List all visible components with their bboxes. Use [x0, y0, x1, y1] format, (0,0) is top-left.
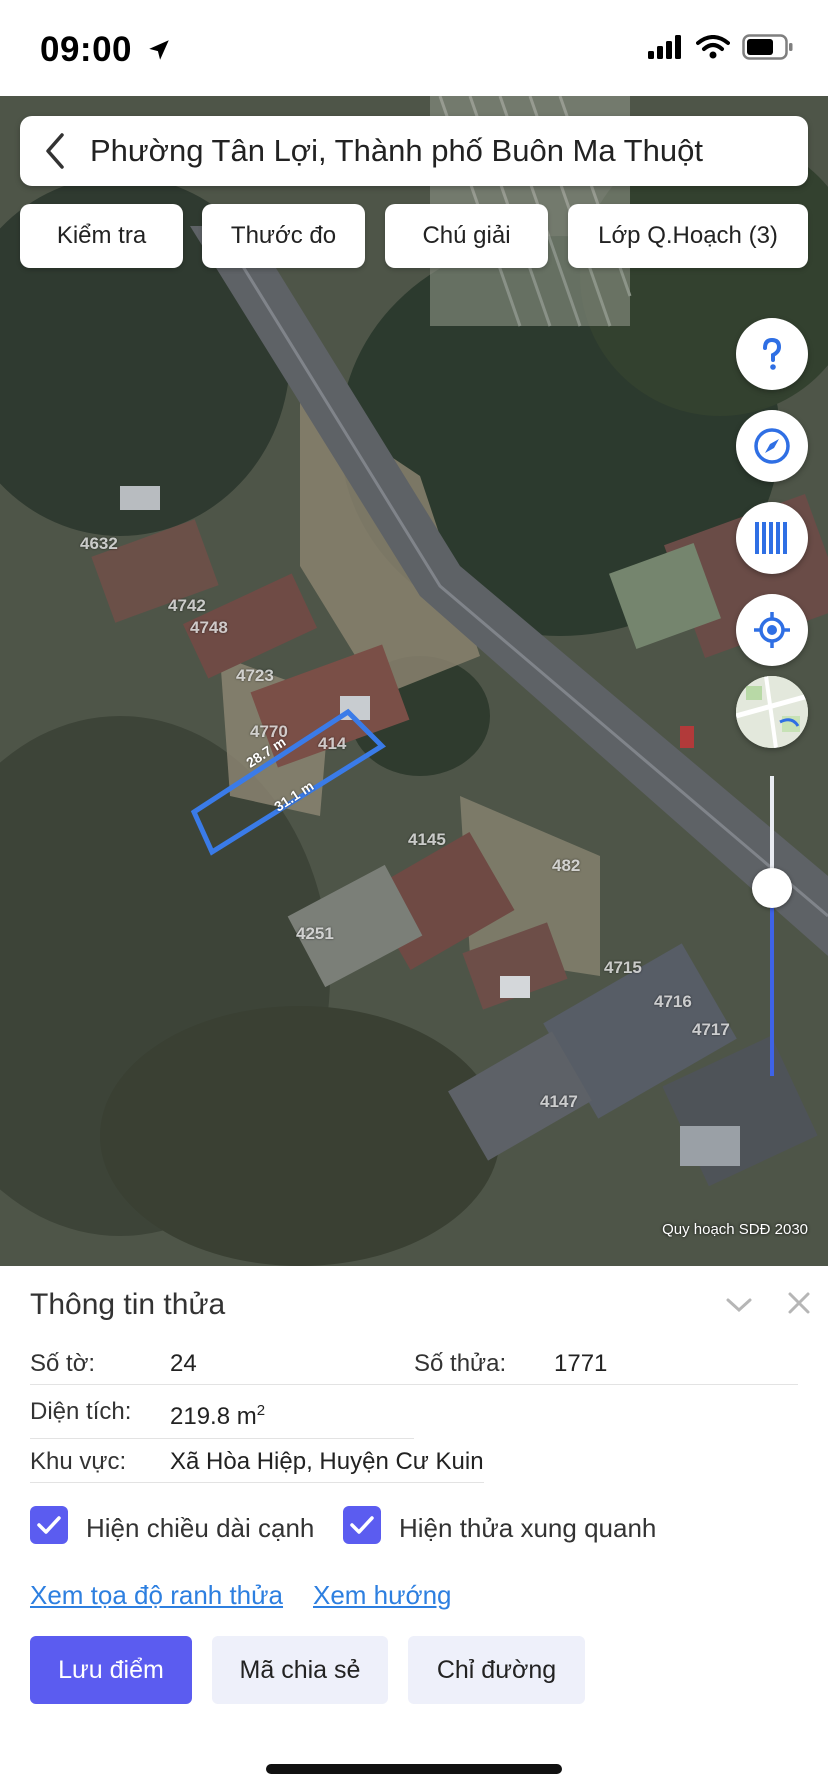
parcel-number-label: Số thửa:	[414, 1350, 507, 1377]
parcel-label: 4742	[168, 596, 206, 615]
parcel-label: 4632	[80, 534, 118, 553]
sheet-number-value: 24	[170, 1350, 197, 1377]
parcel-label: 482	[552, 856, 581, 875]
location-title: Phường Tân Lợi, Thành phố Buôn Ma Thuột	[90, 133, 703, 168]
divider	[30, 1482, 484, 1483]
area-value: 219.8 m2	[170, 1402, 265, 1431]
show-edge-length-label[interactable]: Hiện chiều dài cạnh	[86, 1513, 314, 1544]
area-number: 219.8 m	[170, 1403, 257, 1430]
save-point-button[interactable]: Lưu điểm	[30, 1636, 192, 1704]
view-direction-link[interactable]: Xem hướng	[313, 1580, 452, 1611]
sheet-number-label: Số tờ:	[30, 1350, 96, 1377]
show-neighbors-label[interactable]: Hiện thửa xung quanh	[399, 1513, 656, 1544]
close-button[interactable]	[782, 1286, 816, 1320]
chevron-left-icon	[46, 133, 64, 169]
wifi-icon	[696, 35, 730, 59]
locate-icon	[754, 612, 790, 648]
parcel-label: 4717	[692, 1020, 730, 1039]
satellite-map[interactable]: 4632 4742 4748 4723 4770 414 4145 482 47…	[0, 96, 828, 1266]
close-icon	[788, 1292, 810, 1314]
divider	[30, 1384, 798, 1385]
location-arrow-icon	[149, 40, 170, 60]
parcel-label: 4748	[190, 618, 228, 637]
map-imagery	[0, 96, 828, 1266]
parcel-info-sheet: Thông tin thửa Số tờ: 24 Số thửa: 1771 D…	[0, 1266, 828, 1792]
battery-icon	[742, 34, 793, 60]
help-button[interactable]	[736, 318, 808, 390]
legend-button[interactable]: Chú giải	[385, 204, 548, 268]
barcode-button[interactable]	[736, 502, 808, 574]
locate-button[interactable]	[736, 594, 808, 666]
zoom-slider[interactable]	[770, 776, 774, 1076]
check-button[interactable]: Kiểm tra	[20, 204, 183, 268]
sheet-title: Thông tin thửa	[30, 1288, 226, 1321]
parcel-label: 4715	[604, 958, 642, 977]
status-time: 09:00	[40, 30, 172, 70]
parcel-number-value: 1771	[554, 1350, 608, 1377]
area-unit-exponent: 2	[256, 1402, 266, 1419]
checkmark-icon	[350, 1516, 374, 1534]
checkmark-icon	[37, 1516, 61, 1534]
compass-icon	[754, 428, 790, 464]
directions-button[interactable]: Chỉ đường	[408, 1636, 585, 1704]
region-value: Xã Hòa Hiệp, Huyện Cư Kuin	[170, 1448, 484, 1475]
map-type-button[interactable]	[736, 676, 808, 748]
home-indicator[interactable]	[266, 1764, 562, 1774]
measure-button[interactable]: Thước đo	[202, 204, 365, 268]
compass-button[interactable]	[736, 410, 808, 482]
view-boundary-coords-link[interactable]: Xem tọa độ ranh thửa	[30, 1580, 283, 1611]
time-text: 09:00	[40, 30, 133, 69]
status-bar: 09:00	[0, 0, 828, 96]
zoom-track-lower	[770, 886, 774, 1076]
parcel-label: 4251	[296, 924, 334, 943]
parcel-label: 414	[318, 734, 347, 753]
divider	[30, 1438, 414, 1439]
parcel-label: 4716	[654, 992, 692, 1011]
parcel-label: 4145	[408, 830, 446, 849]
zoom-slider-handle[interactable]	[752, 868, 792, 908]
map-credit: Quy hoạch SDĐ 2030	[662, 1221, 808, 1238]
parcel-label: 4147	[540, 1092, 578, 1111]
share-code-button[interactable]: Mã chia sẻ	[212, 1636, 388, 1704]
area-label: Diện tích:	[30, 1398, 132, 1425]
back-button[interactable]	[20, 116, 90, 186]
show-neighbors-checkbox[interactable]	[343, 1506, 381, 1544]
collapse-button[interactable]	[722, 1288, 756, 1322]
show-edge-length-checkbox[interactable]	[30, 1506, 68, 1544]
map-thumbnail-icon	[736, 676, 808, 748]
location-header: Phường Tân Lợi, Thành phố Buôn Ma Thuột	[20, 116, 808, 186]
help-icon	[763, 337, 782, 370]
parcel-label: 4723	[236, 666, 274, 685]
toolbar-chips: Kiểm tra Thước đo Chú giải Lớp Q.Hoạch (…	[20, 204, 808, 268]
chevron-down-icon	[726, 1298, 752, 1313]
signal-icon	[648, 35, 681, 59]
barcode-icon	[755, 522, 787, 554]
planning-layer-button[interactable]: Lớp Q.Hoạch (3)	[568, 204, 808, 268]
status-icons	[648, 34, 794, 60]
region-label: Khu vực:	[30, 1448, 127, 1475]
